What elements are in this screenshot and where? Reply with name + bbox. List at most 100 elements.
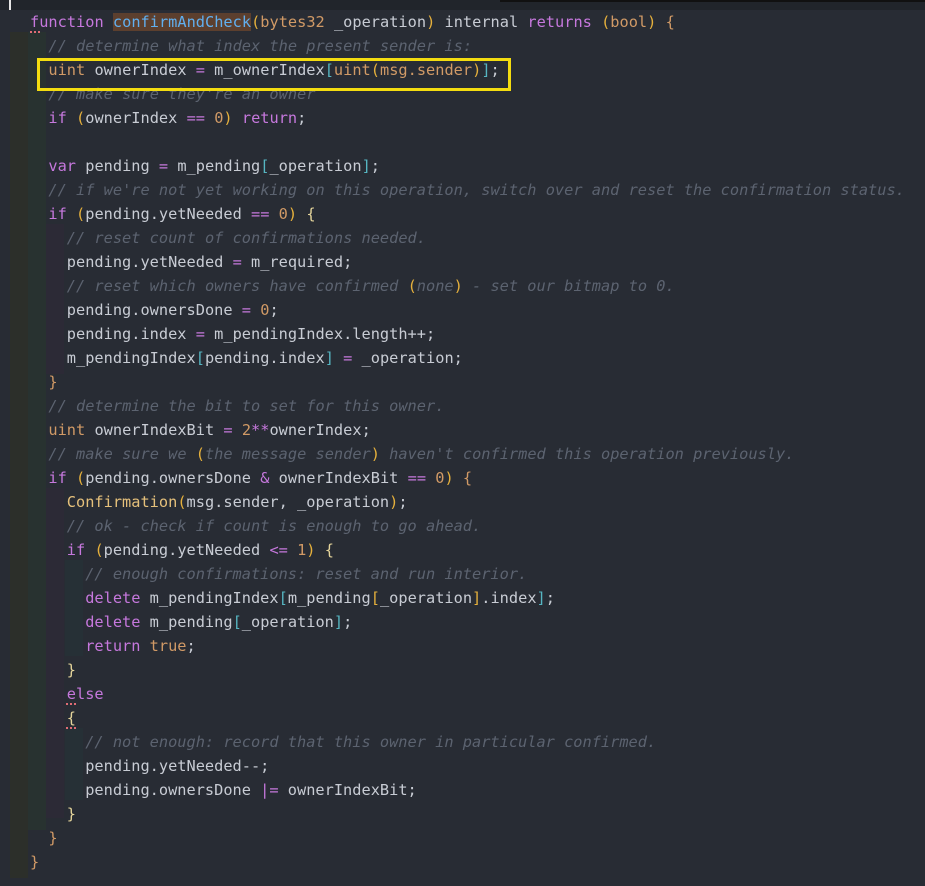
code-token: pending.ownersDone [66,301,242,319]
code-line[interactable]: } [30,658,905,682]
code-token: ; [545,589,555,607]
code-line[interactable]: if (ownerIndex == 0) return; [30,106,905,130]
code-line[interactable]: uint ownerIndexBit = 2**ownerIndex; [30,418,905,442]
code-token: ; [398,493,408,511]
error-squiggle [66,724,76,729]
code-token: [ [195,349,205,367]
code-token: bool [610,13,648,31]
code-token: ] [324,349,334,367]
code-token: none [416,277,454,295]
code-token: = [343,349,353,367]
code-token: if [66,541,86,559]
code-line[interactable]: delete m_pending[_operation]; [30,610,905,634]
code-line[interactable]: } [30,850,905,874]
code-line[interactable]: pending.ownersDone |= ownerIndexBit; [30,778,905,802]
code-token: confirmAndCheck [112,13,252,31]
code-line[interactable]: } [30,826,905,850]
code-token: ) [223,109,233,127]
code-line[interactable]: pending.yetNeeded = m_required; [30,250,905,274]
code-token: the message sender [204,445,371,463]
code-token: ( [407,277,417,295]
code-token: pending.index [204,349,325,367]
code-token: 1 [297,541,307,559]
code-token: ; [269,301,279,319]
code-line[interactable]: // reset which owners have confirmed (no… [30,274,905,298]
code-line[interactable]: return true; [30,634,905,658]
code-line[interactable]: // ok - check if count is enough to go a… [30,514,905,538]
code-line[interactable]: if (pending.ownersDone & ownerIndexBit =… [30,466,905,490]
code-token: ) [647,13,657,31]
code-token: ) [287,205,298,223]
code-token: - set our bitmap to 0. [462,277,675,295]
code-line[interactable]: { [30,706,905,730]
code-line[interactable]: if (pending.yetNeeded <= 1) { [30,538,905,562]
code-token: returns [527,13,592,31]
code-line[interactable]: // determine the bit to set for this own… [30,394,905,418]
code-line[interactable]: delete m_pendingIndex[m_pending[_operati… [30,586,905,610]
code-token: pending [76,157,159,175]
indent-guide [10,32,28,878]
code-token: ( [601,13,611,31]
code-line[interactable]: function confirmAndCheck(bytes32 _operat… [30,10,905,34]
code-line[interactable]: pending.yetNeeded--; [30,754,905,778]
code-token: // if we're not yet working on this oper… [48,181,905,199]
code-token: = [223,421,233,439]
code-token: 2 [241,421,252,439]
code-token: ] [333,613,344,631]
code-token: .index [481,589,537,607]
code-token: pending.yetNeeded [103,541,270,559]
code-line[interactable]: // determine what index the present send… [30,34,905,58]
code-token: ( [195,445,205,463]
code-token: == [251,205,270,223]
code-token: } [66,661,77,679]
code-token: return [241,109,298,127]
code-token: pending.yetNeeded [66,253,233,271]
code-line[interactable]: pending.index = m_pendingIndex.length++; [30,322,905,346]
code-token: ( [76,205,86,223]
code-token: } [66,805,77,823]
code-line[interactable]: // make sure we (the message sender) hav… [30,442,905,466]
code-token: ) [444,469,454,487]
code-token: == [186,109,205,127]
code-line[interactable] [30,130,905,154]
code-token: { [665,13,675,31]
code-line[interactable]: // reset count of confirmations needed. [30,226,905,250]
code-token: ] [536,589,546,607]
code-token: internal [435,13,528,31]
code-line[interactable]: } [30,802,905,826]
code-token: // ok - check if count is enough to go a… [66,517,482,535]
code-token: == [407,469,427,487]
code-token: _operation [324,13,427,31]
code-token: |= [260,781,279,799]
top-panel-edge [500,0,925,2]
code-line[interactable]: if (pending.yetNeeded == 0) { [30,202,905,226]
code-token: ) [306,541,316,559]
code-token: = [232,253,242,271]
code-line[interactable]: // enough confirmations: reset and run i… [30,562,905,586]
code-line[interactable]: // not enough: record that this owner in… [30,730,905,754]
code-token: = [241,301,251,319]
code-token: m_pendingIndex [140,589,279,607]
code-token: = [195,325,205,343]
code-line[interactable]: m_pendingIndex[pending.index] = _operati… [30,346,905,370]
code-editor[interactable]: function confirmAndCheck(bytes32 _operat… [30,10,905,874]
code-line[interactable]: else [30,682,905,706]
code-line[interactable]: // if we're not yet working on this oper… [30,178,905,202]
code-line[interactable]: } [30,370,905,394]
code-token: ownerIndex [85,109,187,127]
code-token: ; [186,637,196,655]
code-line[interactable]: pending.ownersDone = 0; [30,298,905,322]
code-token: [ [232,613,242,631]
code-line[interactable]: Confirmation(msg.sender, _operation); [30,490,905,514]
code-token: ownerIndexBit [269,469,408,487]
code-token: bytes32 [260,13,325,31]
code-token: 0 [278,205,288,223]
code-token: var [48,157,77,175]
code-line[interactable]: var pending = m_pending[_operation]; [30,154,905,178]
